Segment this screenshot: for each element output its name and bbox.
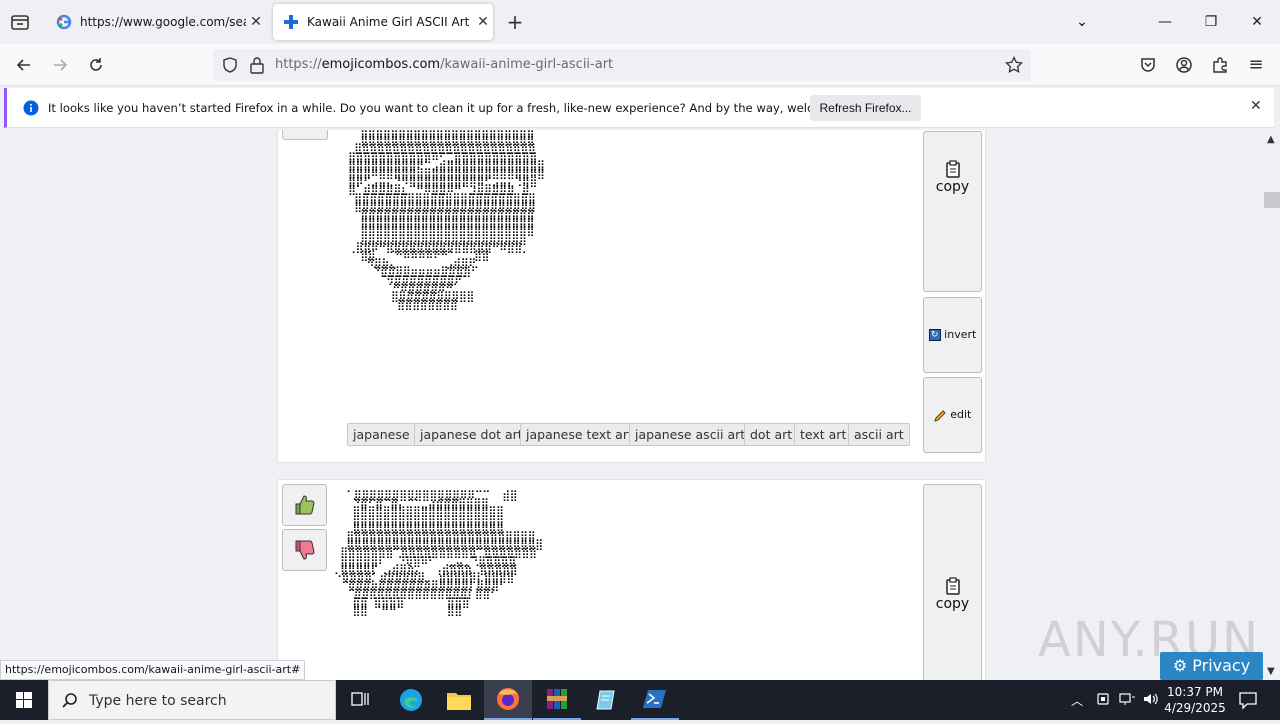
invert-label: invert — [944, 328, 977, 341]
new-tab-plus-icon[interactable]: + — [503, 10, 527, 34]
list-all-tabs-chevron-icon[interactable]: ⌄ — [1070, 10, 1094, 34]
tag-dot-art[interactable]: dot art — [744, 423, 799, 446]
notifications-icon[interactable] — [1238, 690, 1258, 714]
account-icon[interactable] — [1170, 52, 1198, 78]
scroll-up-arrow-icon[interactable]: ▲ — [1267, 134, 1275, 145]
invert-icon: ↻ — [928, 329, 941, 341]
navigation-toolbar: https://emojicombos.com/kawaii-anime-gir… — [0, 44, 1280, 86]
network-icon[interactable] — [1118, 691, 1136, 711]
clipboard-icon — [924, 160, 981, 181]
firefox-taskbar-icon[interactable] — [484, 680, 532, 720]
winrar-icon[interactable] — [533, 680, 581, 720]
tab-title: https://www.google.com/search — [80, 15, 246, 29]
clock-date: 4/29/2025 — [1164, 701, 1226, 715]
clock-time: 10:37 PM — [1167, 685, 1223, 699]
refresh-firefox-button[interactable]: Refresh Firefox... — [810, 95, 921, 121]
copy-label: copy — [935, 596, 970, 612]
pocket-icon[interactable] — [1134, 52, 1162, 78]
lock-icon[interactable] — [249, 56, 265, 78]
status-link-preview: https://emojicombos.com/kawaii-anime-gir… — [0, 660, 306, 680]
system-clock[interactable]: 10:37 PM 4/29/2025 — [1163, 684, 1227, 716]
start-button[interactable] — [0, 680, 48, 720]
search-icon — [61, 692, 79, 714]
close-tab-icon[interactable]: ✕ — [473, 14, 493, 30]
close-tab-icon[interactable]: ✕ — [246, 14, 266, 30]
extensions-puzzle-icon[interactable] — [1206, 52, 1234, 78]
info-icon — [23, 100, 39, 120]
windows-taskbar: Type here to search ︿ 10:37 PM 4/29/2025 — [0, 680, 1280, 720]
menu-hamburger-icon[interactable]: ≡ — [1242, 52, 1270, 78]
taskbar-search[interactable]: Type here to search — [48, 680, 336, 720]
thumbs-up-button[interactable] — [282, 484, 327, 526]
volume-icon[interactable] — [1142, 691, 1160, 711]
url-text[interactable]: https://emojicombos.com/kawaii-anime-gir… — [275, 57, 613, 72]
thumbs-down-button[interactable] — [282, 529, 327, 571]
ascii-art-card: ⣿⣿⣿⣿⣿⣿⣿⣿⣿⣿⣿⣿⣿⣿⣿⣿⣿⣿⣿⣿⣿⣿⣿ ⣿⣿⣿⣿⣿⣿⣿⣿⣿⣿⣿⣿⣿⣿⣿⣿… — [277, 130, 986, 463]
scroll-down-arrow-icon[interactable]: ▼ — [1267, 666, 1275, 677]
ascii-art-card: ⠁⣿⣿⣿⣿⣿⣿⣿⣿⣿⣿⣿⣿⣿⣿⠿⠿⠉⠉ ⣾⣿ ⠙⣿⠋⣿⠉⣿⡄⠈⠁⣀⣴⣾⣿⣿⣿⣿⣿… — [277, 479, 986, 680]
forward-arrow-icon[interactable] — [46, 52, 74, 78]
bookmark-star-icon[interactable] — [1005, 55, 1023, 78]
notification-message: It looks like you haven’t started Firefo… — [48, 101, 875, 115]
pencil-icon — [933, 408, 951, 422]
ascii-art-dots: ⠁⣿⣿⣿⣿⣿⣿⣿⣿⣿⣿⣿⣿⣿⣿⠿⠿⠉⠉ ⣾⣿ ⠙⣿⠋⣿⠉⣿⡄⠈⠁⣀⣴⣾⣿⣿⣿⣿⣿… — [334, 489, 543, 617]
tag-japanese-text-art[interactable]: japanese text art — [520, 423, 639, 446]
close-notification-icon[interactable]: ✕ — [1250, 98, 1262, 114]
file-explorer-icon[interactable] — [435, 680, 483, 720]
page-content: ⣿⣿⣿⣿⣿⣿⣿⣿⣿⣿⣿⣿⣿⣿⣿⣿⣿⣿⣿⣿⣿⣿⣿ ⣿⣿⣿⣿⣿⣿⣿⣿⣿⣿⣿⣿⣿⣿⣿⣿… — [0, 130, 1264, 680]
emojicombos-plus-icon — [283, 14, 299, 30]
edit-label: edit — [950, 408, 972, 421]
gear-icon: ⚙ — [1172, 656, 1188, 675]
minimize-icon[interactable]: — — [1150, 10, 1180, 34]
scrollbar-thumb[interactable] — [1264, 192, 1280, 208]
thumbs-up-icon — [295, 495, 315, 515]
tag-japanese[interactable]: japanese — [347, 423, 416, 446]
windows-logo-icon — [16, 692, 32, 708]
notepad-icon[interactable] — [582, 680, 630, 720]
edge-icon[interactable] — [387, 680, 435, 720]
privacy-label: Privacy — [1192, 656, 1251, 675]
thumbs-down-icon — [295, 540, 315, 560]
vote-button-partial[interactable] — [282, 130, 328, 140]
back-arrow-icon[interactable] — [10, 52, 38, 78]
powershell-icon[interactable] — [631, 680, 679, 720]
show-hidden-icons-chevron-icon[interactable]: ︿ — [1071, 692, 1083, 709]
tag-ascii-art[interactable]: ascii art — [848, 423, 910, 446]
edit-button[interactable]: edit — [923, 377, 982, 453]
tracking-shield-icon[interactable] — [221, 56, 239, 78]
task-view-icon[interactable] — [336, 680, 384, 720]
copy-button[interactable]: copy — [923, 131, 982, 292]
invert-button[interactable]: ↻ invert — [923, 297, 982, 373]
copy-button[interactable]: copy — [923, 484, 982, 680]
address-bar[interactable]: https://emojicombos.com/kawaii-anime-gir… — [213, 49, 1031, 81]
firefox-view-icon[interactable] — [8, 10, 32, 34]
tag-text-art[interactable]: text art — [794, 423, 853, 446]
restore-icon[interactable]: ❐ — [1196, 10, 1226, 34]
ascii-art-dots: ⣿⣿⣿⣿⣿⣿⣿⣿⣿⣿⣿⣿⣿⣿⣿⣿⣿⣿⣿⣿⣿⣿⣿ ⣿⣿⣿⣿⣿⣿⣿⣿⣿⣿⣿⣿⣿⣿⣿⣿… — [348, 130, 545, 312]
tag-japanese-dot-art[interactable]: japanese dot art — [414, 423, 529, 446]
close-window-icon[interactable]: ✕ — [1242, 10, 1272, 34]
tag-japanese-ascii-art[interactable]: japanese ascii art — [629, 423, 752, 446]
tab-title: Kawaii Anime Girl ASCII Art | Co — [307, 15, 473, 29]
copy-label: copy — [935, 179, 970, 195]
device-icon[interactable] — [1096, 691, 1110, 711]
privacy-button[interactable]: ⚙ Privacy — [1160, 652, 1263, 680]
google-icon — [56, 14, 72, 30]
search-placeholder: Type here to search — [89, 693, 227, 709]
page-scrollbar[interactable]: ▲ ▼ — [1264, 130, 1280, 680]
tab-bar: https://www.google.com/search ✕ Kawaii A… — [0, 0, 1280, 44]
tab-kawaii-ascii-art[interactable]: Kawaii Anime Girl ASCII Art | Co ✕ — [273, 4, 493, 40]
clipboard-icon — [924, 577, 981, 598]
refresh-firefox-notification: It looks like you haven’t started Firefo… — [4, 88, 1274, 128]
tab-google-search[interactable]: https://www.google.com/search ✕ — [46, 4, 266, 40]
reload-icon[interactable] — [82, 52, 110, 78]
